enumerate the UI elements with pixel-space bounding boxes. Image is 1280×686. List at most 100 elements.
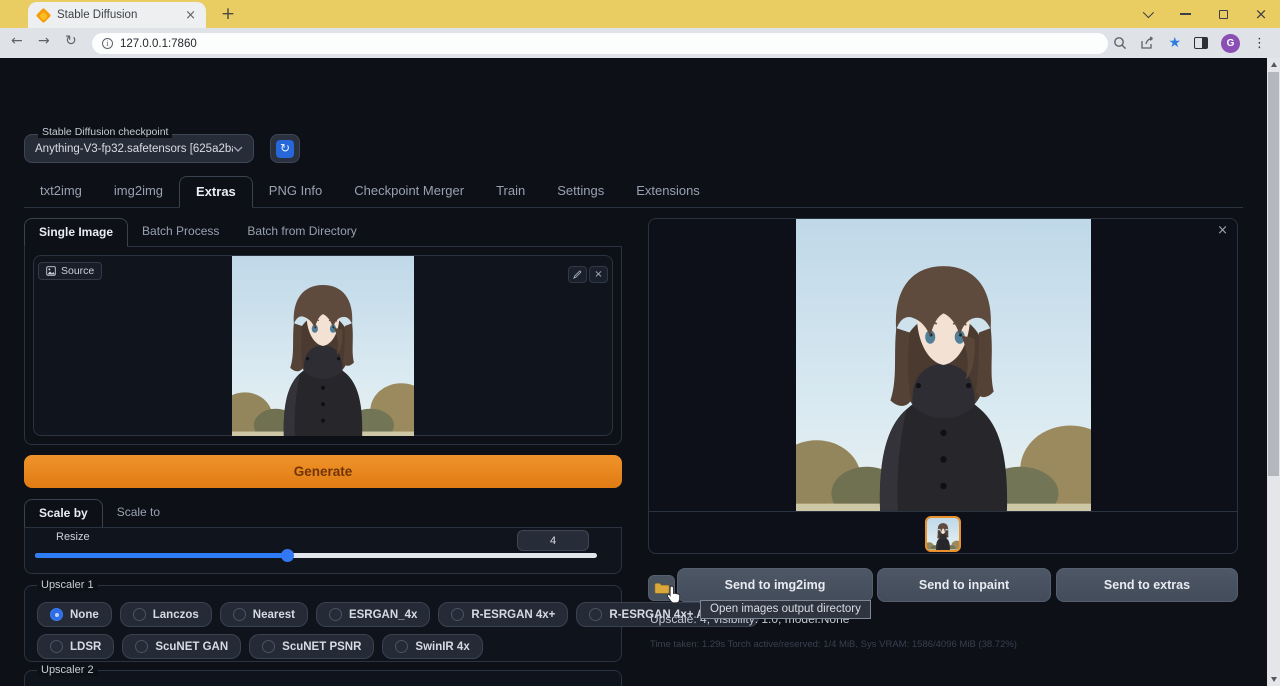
- send-to-inpaint-button[interactable]: Send to inpaint: [877, 568, 1051, 602]
- refresh-checkpoints-button[interactable]: ↻: [270, 134, 300, 163]
- pencil-icon: [573, 270, 582, 279]
- tab-scale-by[interactable]: Scale by: [24, 499, 103, 528]
- tab-img2img[interactable]: img2img: [98, 176, 179, 207]
- option-label: Nearest: [253, 609, 295, 621]
- upscaler1-option-none[interactable]: None: [37, 602, 112, 627]
- omnibox[interactable]: i 127.0.0.1:7860: [92, 33, 1108, 54]
- upscaler1-option-resrgan4x[interactable]: R-ESRGAN 4x+: [438, 602, 568, 627]
- refresh-icon: ↻: [276, 140, 294, 158]
- performance-info-text: Time taken: 1.29s Torch active/reserved:…: [650, 639, 1017, 650]
- profile-avatar[interactable]: G: [1221, 34, 1240, 53]
- resize-label: Resize: [56, 531, 90, 543]
- subtab-single-image[interactable]: Single Image: [24, 218, 128, 247]
- clear-source-button[interactable]: ×: [589, 266, 608, 283]
- window-minimize-button[interactable]: [1166, 0, 1204, 28]
- source-chip-label: Source: [61, 265, 94, 277]
- tab-checkpoint-merger[interactable]: Checkpoint Merger: [338, 176, 480, 207]
- scroll-down-button[interactable]: [1267, 673, 1280, 686]
- upscaler1-group: Upscaler 1 None Lanczos Nearest ESRGAN_4…: [24, 585, 622, 662]
- upscaler1-option-scunet-psnr[interactable]: ScuNET PSNR: [249, 634, 374, 659]
- forward-button[interactable]: →: [38, 34, 50, 48]
- source-chip[interactable]: Source: [38, 262, 102, 280]
- gradio-favicon-icon: [36, 7, 52, 23]
- subtab-batch-process[interactable]: Batch Process: [128, 218, 233, 246]
- upscaler1-option-ldsr[interactable]: LDSR: [37, 634, 114, 659]
- hand-cursor-icon: [665, 585, 682, 604]
- window-controls: ×: [1128, 0, 1280, 28]
- share-icon[interactable]: [1140, 36, 1155, 50]
- radio-icon: [262, 640, 275, 653]
- chevron-down-icon: [233, 146, 243, 152]
- site-info-icon[interactable]: i: [102, 38, 113, 49]
- option-label: LDSR: [70, 641, 101, 653]
- resize-value-input[interactable]: [517, 530, 589, 551]
- tab-png-info[interactable]: PNG Info: [253, 176, 338, 207]
- window-close-button[interactable]: ×: [1242, 0, 1280, 28]
- bookmark-star-icon[interactable]: ★: [1168, 36, 1181, 50]
- window-restore-button[interactable]: [1204, 0, 1242, 28]
- side-panel-icon[interactable]: [1194, 37, 1208, 49]
- send-to-extras-button[interactable]: Send to extras: [1056, 568, 1238, 602]
- zoom-icon[interactable]: [1113, 36, 1127, 50]
- arrow-up-icon: [1271, 62, 1277, 67]
- tab-txt2img[interactable]: txt2img: [24, 176, 98, 207]
- app-content: Stable Diffusion checkpoint Anything-V3-…: [0, 58, 1267, 686]
- send-to-img2img-button[interactable]: Send to img2img: [677, 568, 873, 602]
- back-button[interactable]: ←: [11, 34, 23, 48]
- upscaler1-option-nearest[interactable]: Nearest: [220, 602, 308, 627]
- subtab-batch-from-directory[interactable]: Batch from Directory: [233, 218, 370, 246]
- slider-handle[interactable]: [281, 549, 294, 562]
- tab-train[interactable]: Train: [480, 176, 541, 207]
- result-thumbnail-selected[interactable]: [925, 516, 961, 552]
- toolbar-actions: ★ G ⋮: [1113, 28, 1266, 58]
- url-text[interactable]: 127.0.0.1:7860: [120, 38, 197, 50]
- minimize-icon: [1180, 13, 1191, 15]
- tab-scale-to[interactable]: Scale to: [103, 499, 174, 527]
- browser-tab[interactable]: Stable Diffusion ×: [28, 2, 206, 28]
- upscaler1-option-lanczos[interactable]: Lanczos: [120, 602, 212, 627]
- folder-tooltip: Open images output directory: [700, 600, 871, 619]
- reload-button[interactable]: ↻: [65, 34, 77, 48]
- checkpoint-value: Anything-V3-fp32.safetensors [625a2ba2]: [35, 143, 233, 155]
- scale-tab-bar: Scale by Scale to: [24, 499, 622, 528]
- radio-icon: [395, 640, 408, 653]
- edit-image-button[interactable]: [568, 266, 587, 283]
- scrollbar-thumb[interactable]: [1268, 72, 1279, 476]
- checkpoint-dropdown[interactable]: Anything-V3-fp32.safetensors [625a2ba2]: [24, 134, 254, 163]
- option-label: ScuNET PSNR: [282, 641, 361, 653]
- upscaler1-option-esrgan4x[interactable]: ESRGAN_4x: [316, 602, 430, 627]
- scroll-up-button[interactable]: [1267, 58, 1280, 71]
- option-label: R-ESRGAN 4x+: [471, 609, 555, 621]
- slider-fill: [35, 553, 288, 558]
- main-tab-bar: txt2img img2img Extras PNG Info Checkpoi…: [24, 176, 1243, 208]
- tab-close-icon[interactable]: ×: [185, 9, 196, 22]
- screen: Stable Diffusion × + × ← → ↻ i 127.0.0.1…: [0, 0, 1280, 686]
- close-result-button[interactable]: ×: [1217, 224, 1228, 237]
- result-image[interactable]: [796, 219, 1091, 511]
- upscaler1-option-scunet-gan[interactable]: ScuNET GAN: [122, 634, 241, 659]
- menu-kebab-icon[interactable]: ⋮: [1253, 37, 1266, 50]
- browser-tab-title: Stable Diffusion: [57, 9, 177, 21]
- source-image-actions: ×: [568, 266, 608, 283]
- option-label: ESRGAN_4x: [349, 609, 417, 621]
- upscaler1-option-swinir4x[interactable]: SwinIR 4x: [382, 634, 482, 659]
- generate-button[interactable]: Generate: [24, 455, 622, 488]
- resize-slider[interactable]: [35, 553, 597, 558]
- new-tab-button[interactable]: +: [216, 3, 240, 27]
- radio-icon: [135, 640, 148, 653]
- source-group: Single Image Batch Process Batch from Di…: [24, 218, 622, 445]
- page-scrollbar[interactable]: [1267, 58, 1280, 686]
- image-drop-area[interactable]: Source ×: [33, 255, 613, 436]
- resize-panel: Resize: [24, 527, 622, 574]
- tab-extras[interactable]: Extras: [179, 176, 253, 208]
- thumbnail-image: [927, 518, 959, 550]
- radio-selected-icon: [50, 608, 63, 621]
- source-sub-tabs: Single Image Batch Process Batch from Di…: [24, 218, 622, 247]
- tab-settings[interactable]: Settings: [541, 176, 620, 207]
- window-chevron-button[interactable]: [1128, 0, 1166, 28]
- upscaler2-group: Upscaler 2 None Lanczos Nearest ESRGAN_4…: [24, 670, 622, 686]
- option-label: SwinIR 4x: [415, 641, 469, 653]
- option-label: ScuNET GAN: [155, 641, 228, 653]
- tab-extensions[interactable]: Extensions: [620, 176, 716, 207]
- restore-icon: [1219, 10, 1228, 19]
